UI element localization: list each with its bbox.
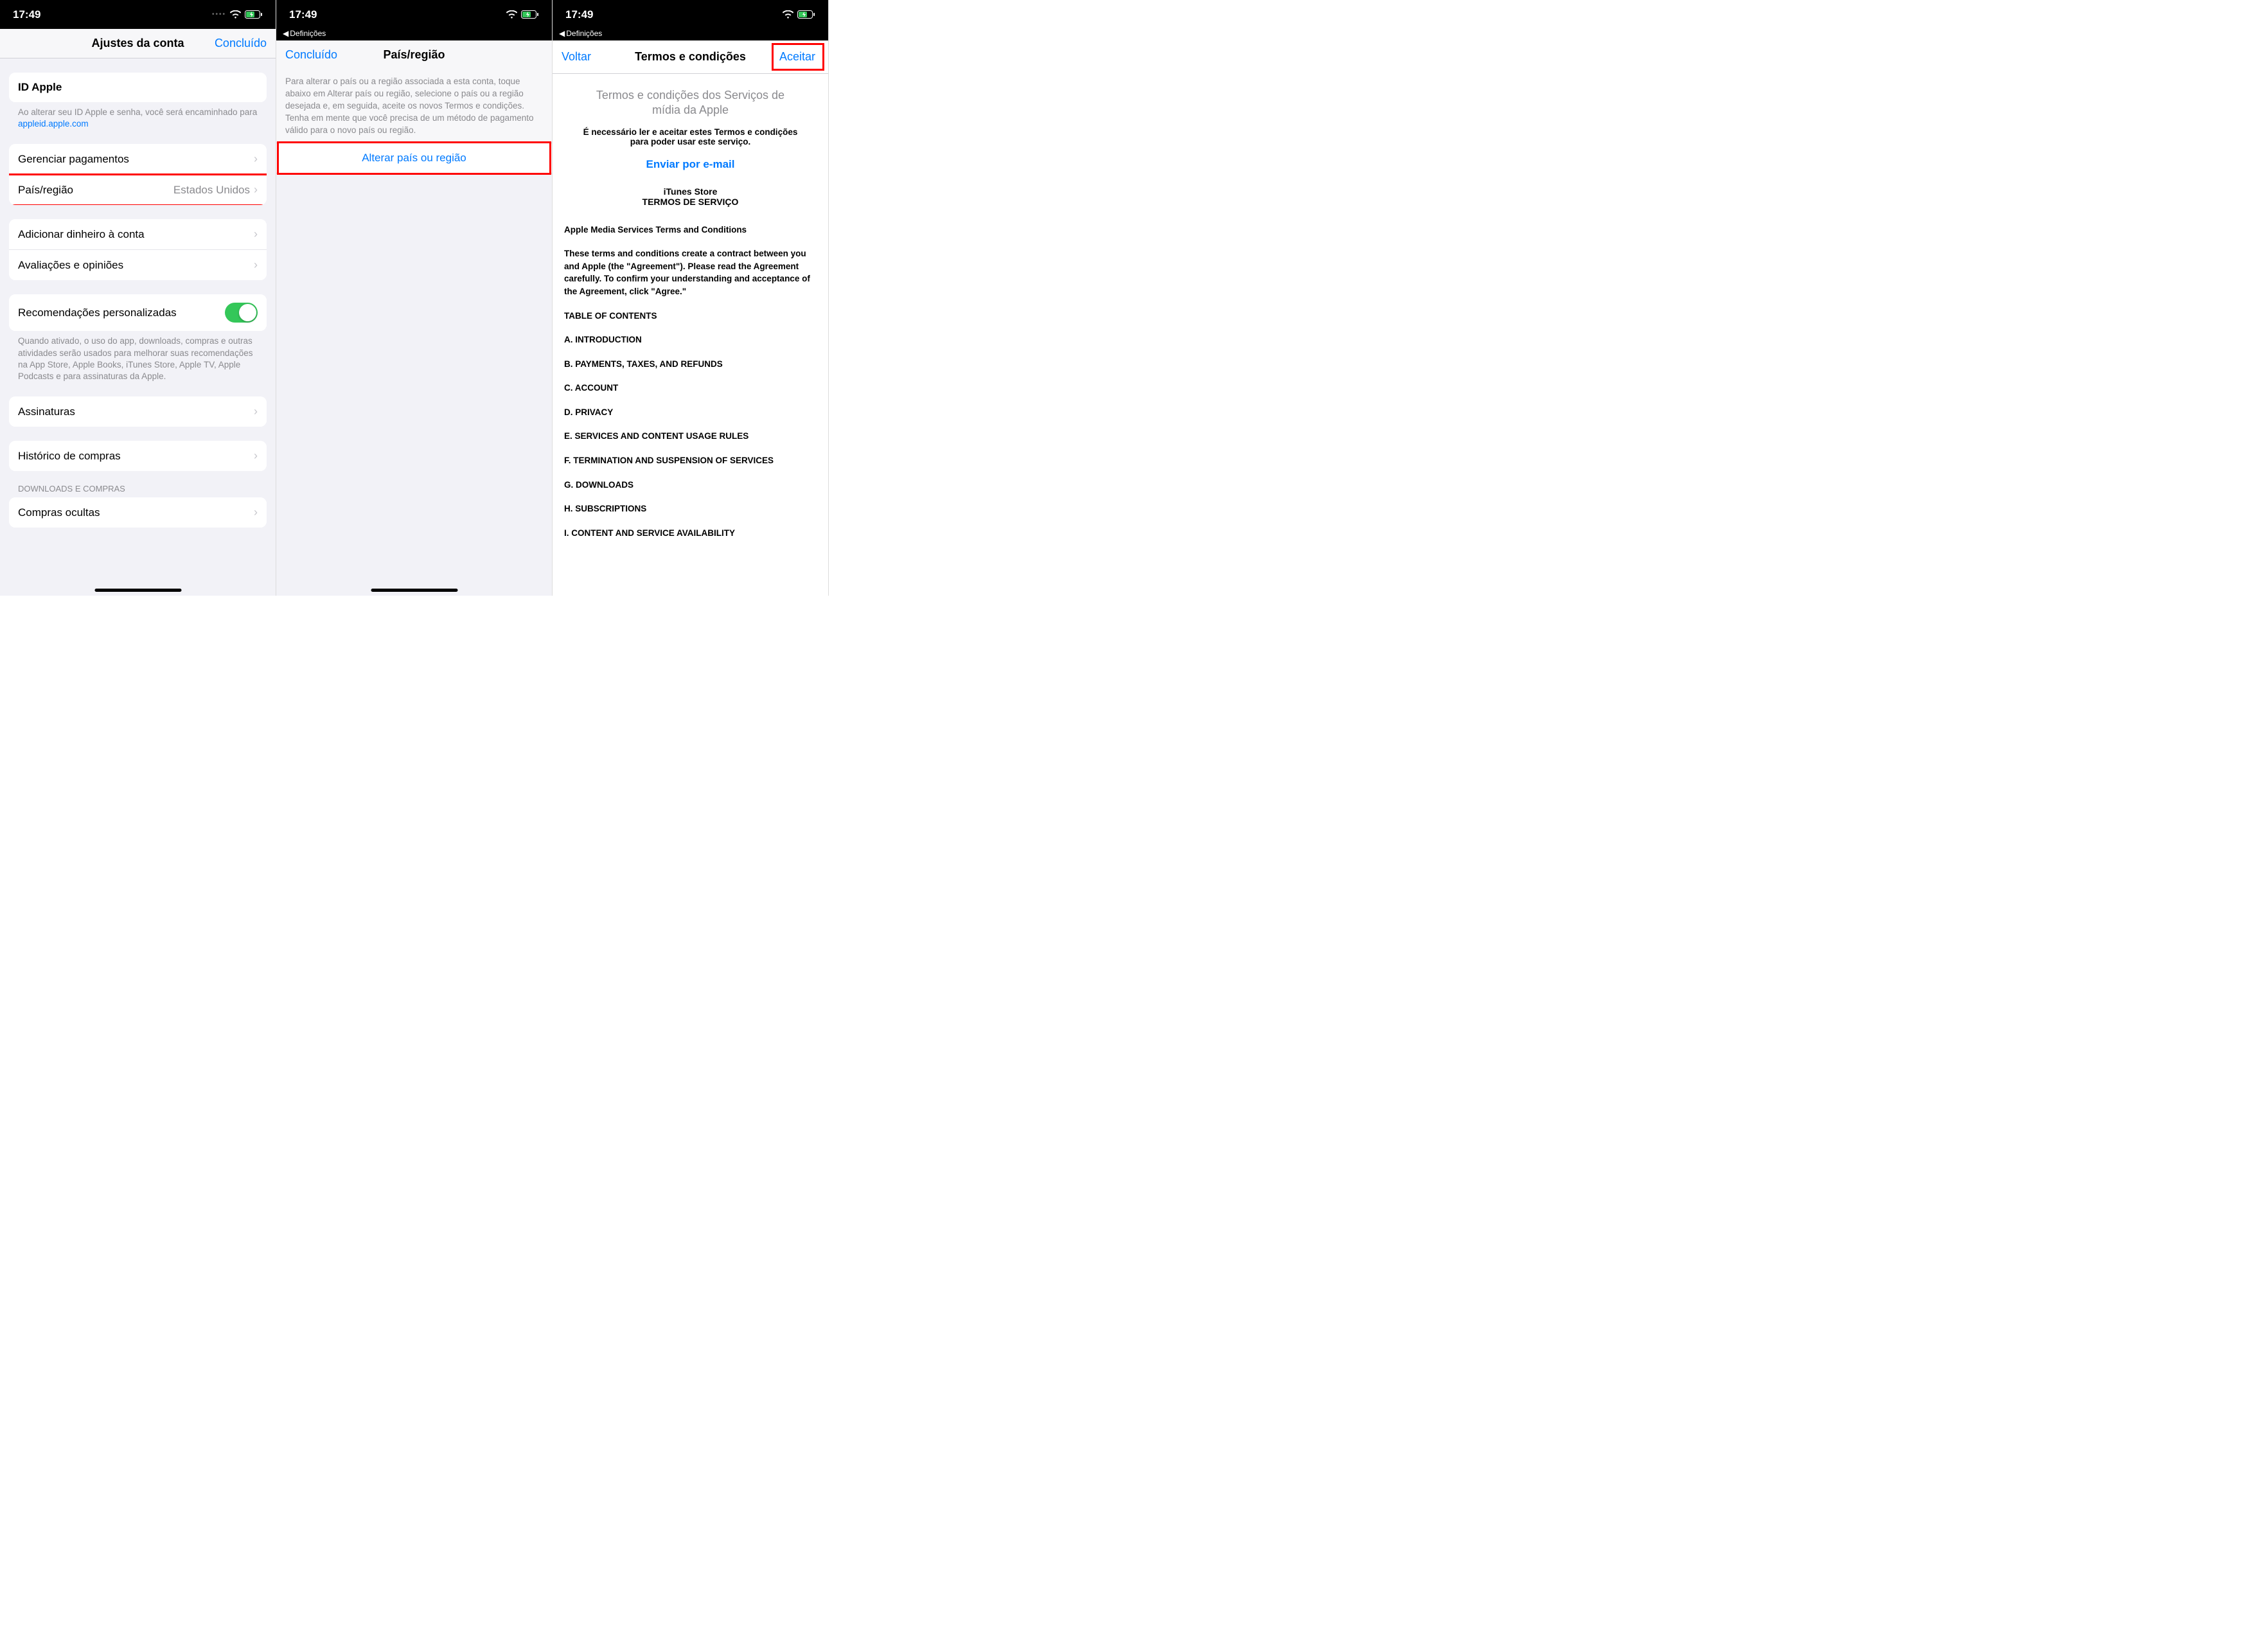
done-button[interactable]: Concluído bbox=[215, 37, 267, 50]
chevron-right-icon: › bbox=[254, 506, 258, 519]
manage-payments-row[interactable]: Gerenciar pagamentos › bbox=[9, 144, 267, 175]
toc-item-a: A. INTRODUCTION bbox=[564, 333, 817, 346]
toc-item-i: I. CONTENT AND SERVICE AVAILABILITY bbox=[564, 527, 817, 540]
status-time: 17:49 bbox=[13, 8, 40, 21]
purchase-history-row[interactable]: Histórico de compras › bbox=[9, 441, 267, 471]
status-bar: 17:49 bbox=[276, 0, 552, 29]
terms-toc-header: TABLE OF CONTENTS bbox=[564, 310, 817, 323]
back-button[interactable]: Voltar bbox=[562, 50, 591, 64]
personalized-footer: Quando ativado, o uso do app, downloads,… bbox=[0, 331, 276, 382]
battery-charging-icon bbox=[245, 10, 263, 19]
subscriptions-row[interactable]: Assinaturas › bbox=[9, 396, 267, 427]
toc-item-c: C. ACCOUNT bbox=[564, 382, 817, 395]
breadcrumb-label: Definições bbox=[566, 29, 602, 38]
country-region-value: Estados Unidos bbox=[173, 184, 250, 197]
terms-p1: Apple Media Services Terms and Condition… bbox=[564, 224, 817, 236]
chevron-right-icon: › bbox=[254, 227, 258, 241]
terms-subheading: É necessário ler e aceitar estes Termos … bbox=[577, 127, 804, 147]
ratings-reviews-row[interactable]: Avaliações e opiniões › bbox=[9, 250, 267, 280]
subscriptions-label: Assinaturas bbox=[18, 405, 254, 418]
breadcrumb-back[interactable]: ◀ Definições bbox=[276, 29, 552, 40]
home-indicator[interactable] bbox=[94, 589, 181, 592]
accept-label: Aceitar bbox=[779, 50, 815, 63]
appleid-link[interactable]: appleid.apple.com bbox=[18, 119, 89, 129]
nav-bar: Ajustes da conta Concluído bbox=[0, 29, 276, 58]
nav-title: País/região bbox=[383, 48, 445, 62]
country-region-label: País/região bbox=[18, 184, 173, 197]
chevron-right-icon: › bbox=[254, 405, 258, 418]
downloads-section-header: DOWNLOADS E COMPRAS bbox=[0, 471, 276, 497]
send-by-email-button[interactable]: Enviar por e-mail bbox=[564, 158, 817, 171]
battery-charging-icon bbox=[797, 10, 815, 19]
toc-item-e: E. SERVICES AND CONTENT USAGE RULES bbox=[564, 430, 817, 443]
nav-bar: Voltar Termos e condições Aceitar bbox=[553, 40, 828, 74]
chevron-left-icon: ◀ bbox=[283, 29, 288, 38]
toc-item-b: B. PAYMENTS, TAXES, AND REFUNDS bbox=[564, 358, 817, 371]
wifi-icon bbox=[230, 10, 241, 19]
apple-id-label: ID Apple bbox=[18, 81, 258, 94]
personalized-toggle[interactable] bbox=[225, 303, 258, 323]
terms-service-label: TERMOS DE SERVIÇO bbox=[564, 197, 817, 207]
add-funds-label: Adicionar dinheiro à conta bbox=[18, 228, 254, 241]
breadcrumb-label: Definições bbox=[290, 29, 326, 38]
add-funds-row[interactable]: Adicionar dinheiro à conta › bbox=[9, 219, 267, 250]
hidden-purchases-row[interactable]: Compras ocultas › bbox=[9, 497, 267, 528]
toc-item-f: F. TERMINATION AND SUSPENSION OF SERVICE… bbox=[564, 454, 817, 467]
manage-payments-label: Gerenciar pagamentos bbox=[18, 153, 254, 166]
cell-signal-dots: •••• bbox=[212, 11, 226, 18]
battery-charging-icon bbox=[521, 10, 539, 19]
hidden-purchases-label: Compras ocultas bbox=[18, 506, 254, 519]
done-button[interactable]: Concluído bbox=[285, 48, 337, 62]
terms-store-label: iTunes Store bbox=[564, 186, 817, 197]
status-time: 17:49 bbox=[565, 8, 593, 21]
personalized-label: Recomendações personalizadas bbox=[18, 307, 225, 319]
terms-heading: Termos e condições dos Serviços de mídia… bbox=[583, 88, 797, 118]
toc-item-h: H. SUBSCRIPTIONS bbox=[564, 502, 817, 515]
nav-title: Termos e condições bbox=[635, 50, 746, 64]
wifi-icon bbox=[783, 10, 793, 19]
chevron-right-icon: › bbox=[254, 183, 258, 197]
chevron-left-icon: ◀ bbox=[559, 29, 565, 38]
chevron-right-icon: › bbox=[254, 152, 258, 166]
wifi-icon bbox=[506, 10, 517, 19]
nav-bar: Concluído País/região bbox=[276, 40, 552, 69]
apple-id-row[interactable]: ID Apple bbox=[9, 73, 267, 102]
change-country-button[interactable]: Alterar país ou região bbox=[276, 143, 552, 173]
toc-item-g: G. DOWNLOADS bbox=[564, 479, 817, 492]
breadcrumb-back[interactable]: ◀ Definições bbox=[553, 29, 828, 40]
terms-content[interactable]: Termos e condições dos Serviços de mídia… bbox=[553, 74, 828, 596]
chevron-right-icon: › bbox=[254, 258, 258, 272]
chevron-right-icon: › bbox=[254, 449, 258, 463]
status-bar: 17:49 •••• bbox=[0, 0, 276, 29]
nav-title: Ajustes da conta bbox=[91, 37, 184, 50]
home-indicator[interactable] bbox=[371, 589, 457, 592]
toc-item-d: D. PRIVACY bbox=[564, 406, 817, 419]
country-change-info: Para alterar o país ou a região associad… bbox=[276, 69, 552, 143]
terms-p2: These terms and conditions create a cont… bbox=[564, 247, 817, 298]
terms-body: Apple Media Services Terms and Condition… bbox=[564, 224, 817, 539]
status-bar: 17:49 bbox=[553, 0, 828, 29]
ratings-reviews-label: Avaliações e opiniões bbox=[18, 259, 254, 272]
status-time: 17:49 bbox=[289, 8, 317, 21]
country-region-row[interactable]: País/região Estados Unidos › bbox=[9, 175, 267, 205]
accept-button[interactable]: Aceitar bbox=[775, 48, 819, 66]
apple-id-footer: Ao alterar seu ID Apple e senha, você se… bbox=[0, 102, 276, 130]
purchase-history-label: Histórico de compras bbox=[18, 450, 254, 463]
personalized-recs-row: Recomendações personalizadas bbox=[9, 294, 267, 331]
